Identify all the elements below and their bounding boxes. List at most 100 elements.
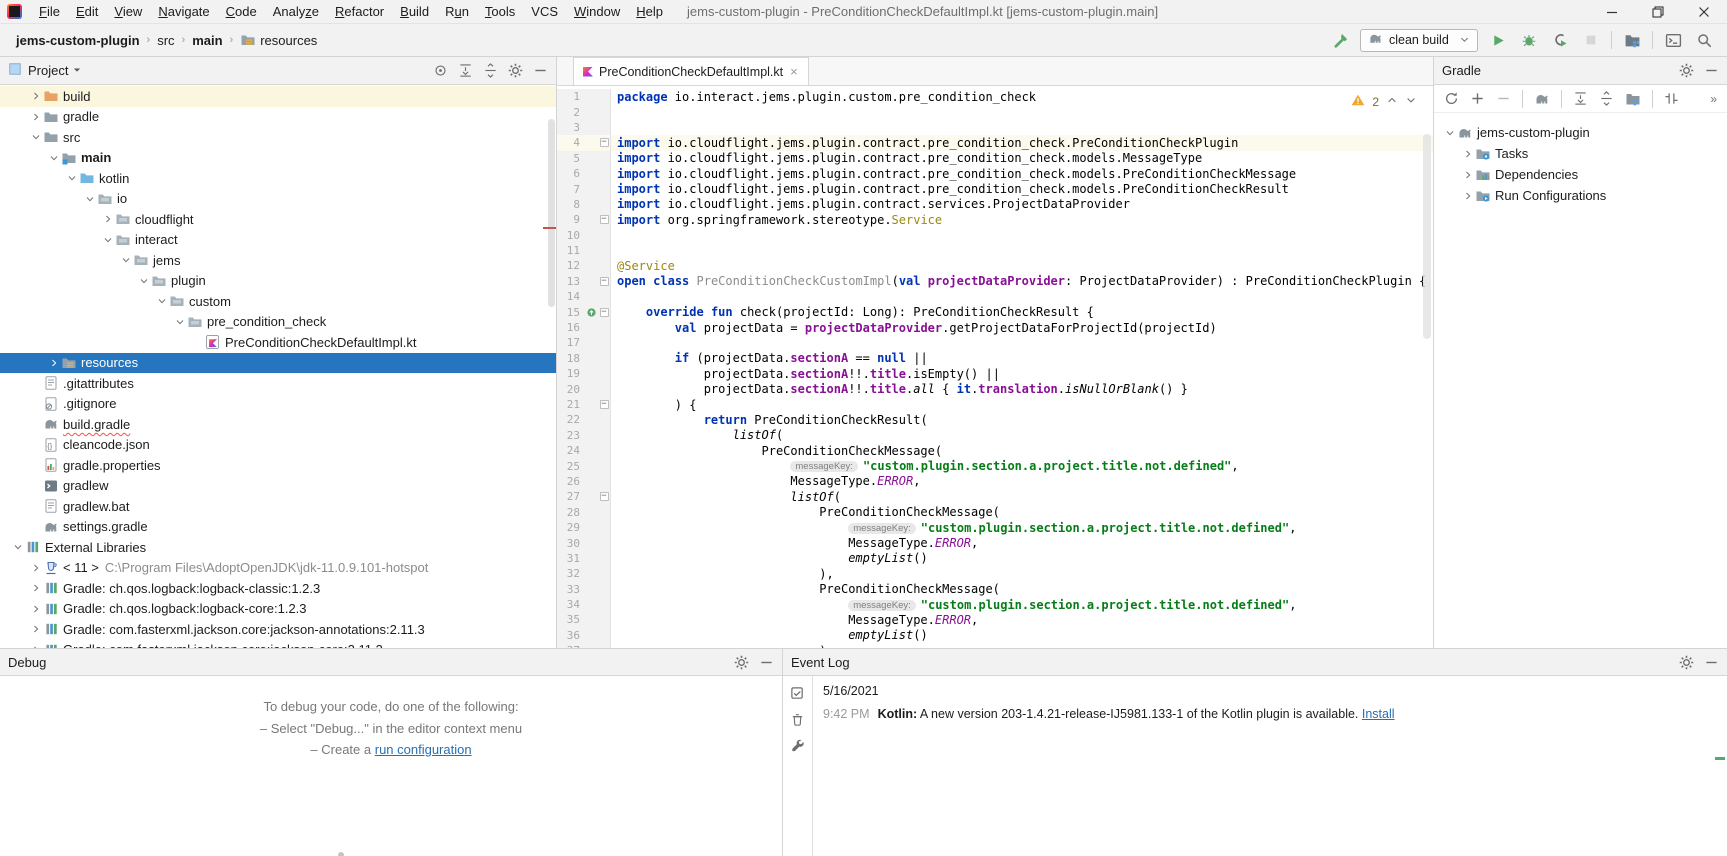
project-tree-item-resources[interactable]: resources bbox=[0, 353, 556, 374]
fold-marker-icon[interactable]: − bbox=[598, 397, 611, 412]
code-line-8[interactable]: 8import io.cloudflight.jems.plugin.contr… bbox=[557, 197, 1433, 212]
chevron-right-icon[interactable] bbox=[1462, 188, 1474, 204]
line-number[interactable]: 5 bbox=[557, 151, 585, 166]
search-everywhere-icon[interactable] bbox=[1693, 29, 1715, 51]
menu-edit[interactable]: Edit bbox=[68, 0, 106, 24]
code-line-12[interactable]: 12@Service bbox=[557, 258, 1433, 273]
fold-marker-icon[interactable]: − bbox=[598, 212, 611, 227]
chevron-down-icon[interactable] bbox=[1444, 125, 1456, 141]
code-line-15[interactable]: 15− override fun check(projectId: Long):… bbox=[557, 304, 1433, 319]
code-line-14[interactable]: 14 bbox=[557, 289, 1433, 304]
menu-navigate[interactable]: Navigate bbox=[150, 0, 217, 24]
hide-panel-icon[interactable] bbox=[533, 63, 548, 78]
run-configurations-folder-icon[interactable] bbox=[1625, 91, 1641, 107]
code-line-33[interactable]: 33 PreConditionCheckMessage( bbox=[557, 582, 1433, 597]
project-tree-item-preconditioncheckdefaultimpl.kt[interactable]: PreConditionCheckDefaultImpl.kt bbox=[0, 332, 556, 353]
editor-tab[interactable]: PreConditionCheckDefaultImpl.kt × bbox=[573, 57, 809, 85]
code-line-13[interactable]: 13−open class PreConditionCheckCustomImp… bbox=[557, 274, 1433, 289]
chevron-right-icon[interactable] bbox=[48, 355, 60, 371]
project-tree-item-gradle.properties[interactable]: gradle.properties bbox=[0, 455, 556, 476]
more-actions-icon[interactable]: » bbox=[1710, 92, 1717, 106]
code-line-5[interactable]: 5import io.cloudflight.jems.plugin.contr… bbox=[557, 151, 1433, 166]
line-number[interactable]: 1 bbox=[557, 89, 585, 104]
code-line-28[interactable]: 28 PreConditionCheckMessage( bbox=[557, 505, 1433, 520]
project-tree-item-plugin[interactable]: plugin bbox=[0, 271, 556, 292]
toggle-offline-icon[interactable] bbox=[1664, 91, 1679, 106]
breadcrumb-item-resources[interactable]: resources bbox=[236, 31, 321, 49]
prev-warning-icon[interactable] bbox=[1386, 94, 1398, 109]
hide-panel-icon[interactable] bbox=[1704, 655, 1719, 670]
hide-panel-icon[interactable] bbox=[1704, 63, 1719, 78]
chevron-down-icon[interactable] bbox=[48, 150, 60, 166]
code-line-20[interactable]: 20 projectData.sectionA!!.title.all { it… bbox=[557, 381, 1433, 396]
stop-button[interactable] bbox=[1580, 29, 1602, 51]
line-number[interactable]: 9 bbox=[557, 212, 585, 227]
gear-icon[interactable] bbox=[508, 63, 523, 78]
settings-wrench-icon[interactable] bbox=[790, 738, 805, 753]
code-line-31[interactable]: 31 emptyList() bbox=[557, 551, 1433, 566]
line-number[interactable]: 3 bbox=[557, 120, 585, 135]
line-number[interactable]: 26 bbox=[557, 474, 585, 489]
code-line-25[interactable]: 25 messageKey:"custom.plugin.section.a.p… bbox=[557, 458, 1433, 473]
inspection-widget[interactable]: 2 bbox=[1351, 93, 1417, 110]
project-tree-item-kotlin[interactable]: kotlin bbox=[0, 168, 556, 189]
line-number[interactable]: 6 bbox=[557, 166, 585, 181]
code-editor[interactable]: 2 1package io.interact.jems.plugin.custo… bbox=[557, 86, 1433, 648]
line-number[interactable]: 12 bbox=[557, 258, 585, 273]
project-tree-item-gradle-com.fasterxml.jackson.core-jackson-annotations-2.11.3[interactable]: Gradle: com.fasterxml.jackson.core:jacks… bbox=[0, 619, 556, 640]
code-line-11[interactable]: 11 bbox=[557, 243, 1433, 258]
line-number[interactable]: 27 bbox=[557, 489, 585, 504]
project-tree-item-external-libraries[interactable]: External Libraries bbox=[0, 537, 556, 558]
collapse-all-icon[interactable] bbox=[1599, 91, 1614, 106]
project-tree-item-.gitattributes[interactable]: .gitattributes bbox=[0, 373, 556, 394]
fold-marker-icon[interactable]: − bbox=[598, 304, 611, 319]
gradle-elephant-icon[interactable] bbox=[1534, 91, 1550, 107]
chevron-right-icon[interactable] bbox=[1462, 167, 1474, 183]
line-number[interactable]: 15 bbox=[557, 304, 585, 319]
line-number[interactable]: 22 bbox=[557, 412, 585, 427]
project-tree-item-pre_condition_check[interactable]: pre_condition_check bbox=[0, 312, 556, 333]
project-tree-item-gradle-ch.qos.logback-logback-core-1.2.3[interactable]: Gradle: ch.qos.logback:logback-core:1.2.… bbox=[0, 599, 556, 620]
chevron-down-icon[interactable] bbox=[102, 232, 114, 248]
code-line-3[interactable]: 3 bbox=[557, 120, 1433, 135]
project-tree-item-main[interactable]: main bbox=[0, 148, 556, 169]
expand-all-icon[interactable] bbox=[1573, 91, 1588, 106]
line-number[interactable]: 7 bbox=[557, 181, 585, 196]
line-number[interactable]: 35 bbox=[557, 612, 585, 627]
maximize-button[interactable] bbox=[1635, 0, 1681, 24]
line-number[interactable]: 29 bbox=[557, 520, 585, 535]
gradle-tree-item-dependencies[interactable]: Dependencies bbox=[1434, 164, 1727, 185]
code-line-4[interactable]: 4−import io.cloudflight.jems.plugin.cont… bbox=[557, 135, 1433, 150]
build-hammer-icon[interactable] bbox=[1329, 29, 1351, 51]
line-number[interactable]: 14 bbox=[557, 289, 585, 304]
line-number[interactable]: 16 bbox=[557, 320, 585, 335]
line-number[interactable]: 17 bbox=[557, 335, 585, 350]
line-number[interactable]: 18 bbox=[557, 351, 585, 366]
chevron-down-icon[interactable] bbox=[138, 273, 150, 289]
line-number[interactable]: 8 bbox=[557, 197, 585, 212]
menu-tools[interactable]: Tools bbox=[477, 0, 523, 24]
run-button[interactable] bbox=[1487, 29, 1509, 51]
breadcrumb-item-jems-custom-plugin[interactable]: jems-custom-plugin bbox=[12, 32, 144, 49]
project-tree-item-gradle-ch.qos.logback-logback-classic-1.2.3[interactable]: Gradle: ch.qos.logback:logback-classic:1… bbox=[0, 578, 556, 599]
remove-icon[interactable] bbox=[1496, 91, 1511, 106]
code-line-34[interactable]: 34 messageKey:"custom.plugin.section.a.p… bbox=[557, 597, 1433, 612]
chevron-right-icon[interactable] bbox=[30, 560, 42, 576]
chevron-right-icon[interactable] bbox=[30, 580, 42, 596]
line-number[interactable]: 37 bbox=[557, 643, 585, 648]
project-tree-item-cloudflight[interactable]: cloudflight bbox=[0, 209, 556, 230]
line-number[interactable]: 13 bbox=[557, 274, 585, 289]
gradle-tree-item-jems-custom-plugin[interactable]: jems-custom-plugin bbox=[1434, 122, 1727, 143]
collapse-all-icon[interactable] bbox=[483, 63, 498, 78]
clear-log-trash-icon[interactable] bbox=[790, 712, 805, 727]
line-number[interactable]: 36 bbox=[557, 628, 585, 643]
breadcrumb-item-src[interactable]: src bbox=[153, 32, 178, 49]
menu-code[interactable]: Code bbox=[218, 0, 265, 24]
line-number[interactable]: 21 bbox=[557, 397, 585, 412]
code-line-27[interactable]: 27− listOf( bbox=[557, 489, 1433, 504]
code-line-2[interactable]: 2 bbox=[557, 104, 1433, 119]
chevron-right-icon[interactable] bbox=[30, 109, 42, 125]
chevron-right-icon[interactable] bbox=[30, 88, 42, 104]
code-line-22[interactable]: 22 return PreConditionCheckResult( bbox=[557, 412, 1433, 427]
chevron-right-icon[interactable] bbox=[30, 621, 42, 637]
